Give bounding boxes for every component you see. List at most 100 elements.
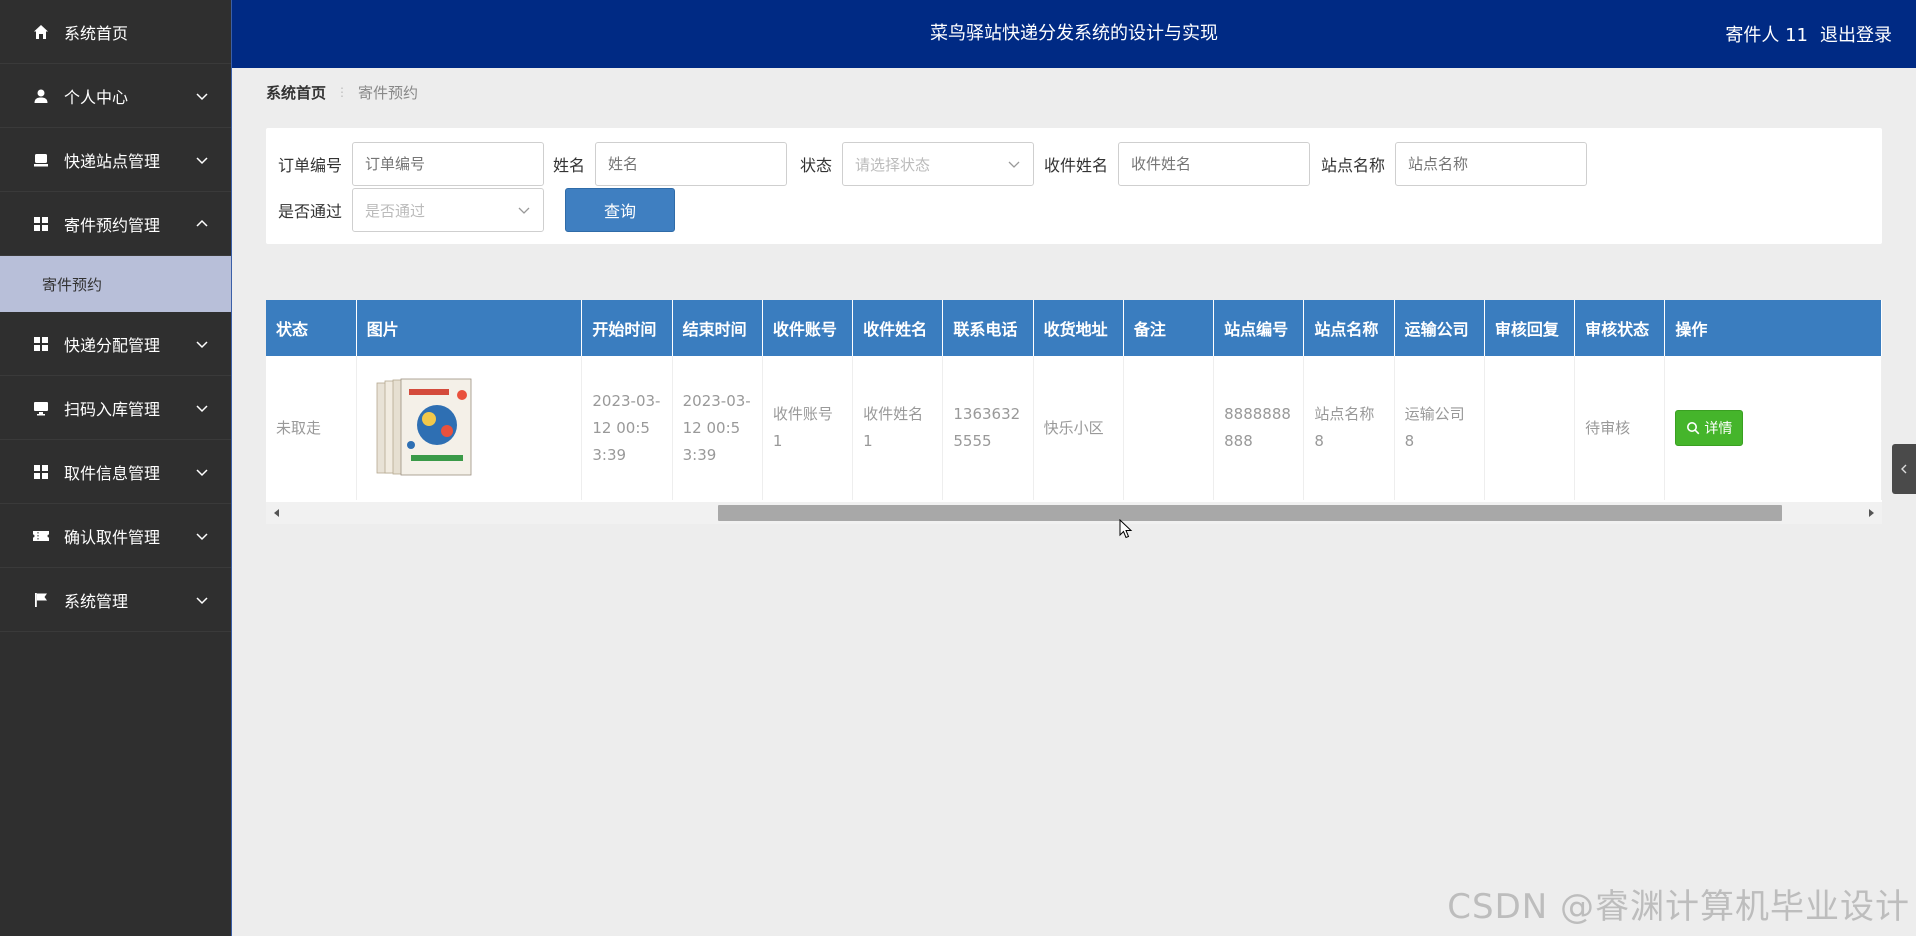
name-input[interactable] [595, 142, 788, 186]
cell-status: 未取走 [266, 356, 357, 500]
cell-image [356, 356, 583, 500]
sidebar: 系统首页 个人中心 快递站点管理 寄件预约管理 寄件预约 快递分配管理 扫码入库… [0, 0, 232, 936]
status-select[interactable]: 请选择状态 [842, 142, 1035, 186]
order-no-label: 订单编号 [278, 156, 343, 175]
column-header: 审核回复 [1484, 300, 1576, 356]
mouse-cursor-icon [1119, 519, 1133, 539]
sidebar-item-label: 确认取件管理 [64, 527, 161, 547]
sidebar-item-label: 快递站点管理 [64, 151, 161, 171]
sidebar-item-confirm-pickup[interactable]: 确认取件管理 [0, 504, 231, 568]
flag-icon [32, 591, 50, 609]
column-header: 操作 [1664, 300, 1882, 356]
station-name-label: 站点名称 [1321, 156, 1386, 175]
sidebar-item-home[interactable]: 系统首页 [0, 0, 231, 64]
cell-end-time: 2023-03-12 00:53:39 [672, 356, 763, 500]
logout-link[interactable]: 退出登录 [1820, 21, 1892, 47]
column-header: 审核状态 [1574, 300, 1666, 356]
chevron-down-icon [1008, 161, 1020, 168]
cell-company: 运输公司8 [1394, 356, 1485, 500]
chevron-down-icon [196, 404, 208, 412]
sidebar-item-label: 个人中心 [64, 87, 129, 107]
column-header: 运输公司 [1394, 300, 1485, 356]
column-header: 备注 [1123, 300, 1215, 356]
scroll-left-arrow-icon[interactable] [271, 507, 283, 519]
cell-review-status: 待审核 [1574, 356, 1666, 500]
order-no-field: 订单编号 [278, 142, 545, 186]
passed-label: 是否通过 [278, 202, 343, 221]
breadcrumb: 系统首页 ⋮ 寄件预约 [266, 80, 418, 104]
watermark-text: CSDN @睿渊计算机毕业设计 [1447, 887, 1910, 927]
column-header: 结束时间 [672, 300, 763, 356]
name-field: 姓名 [553, 142, 788, 186]
sidebar-item-personal-center[interactable]: 个人中心 [0, 64, 231, 128]
column-header: 图片 [356, 300, 583, 356]
scrollbar-thumb[interactable] [718, 505, 1782, 521]
receiver-name-input[interactable] [1118, 142, 1311, 186]
chevron-down-icon [196, 596, 208, 604]
receiver-name-field: 收件姓名 [1044, 142, 1311, 186]
home-icon [32, 23, 50, 41]
column-header: 站点名称 [1303, 300, 1395, 356]
product-thumbnail-image[interactable] [366, 375, 479, 481]
receiver-name-label: 收件姓名 [1044, 156, 1109, 175]
station-name-field: 站点名称 [1321, 142, 1588, 186]
current-user: 寄件人 11 [1725, 25, 1808, 46]
scroll-right-arrow-icon[interactable] [1865, 507, 1877, 519]
grid-icon [32, 335, 50, 353]
user-icon [32, 87, 50, 105]
booking-table: 状态 图片 开始时间 结束时间 收件账号 收件姓名 联系电话 收货地址 备注 站… [266, 300, 1882, 524]
horizontal-scrollbar[interactable] [266, 502, 1882, 524]
search-panel: 订单编号 姓名 状态 请选择状态 收件姓名 站点名称 是否通过 是否通过 查询 [266, 128, 1882, 244]
inbox-icon [32, 151, 50, 169]
sidebar-item-label: 快递分配管理 [64, 335, 161, 355]
table-header-row: 状态 图片 开始时间 结束时间 收件账号 收件姓名 联系电话 收货地址 备注 站… [266, 300, 1882, 356]
passed-select-placeholder: 是否通过 [365, 201, 426, 220]
status-field: 状态 请选择状态 [800, 142, 1035, 186]
user-area: 寄件人 11 退出登录 [1725, 0, 1892, 68]
passed-field: 是否通过 是否通过 [278, 188, 545, 232]
sidebar-item-label: 扫码入库管理 [64, 399, 161, 419]
column-header: 收货地址 [1033, 300, 1124, 356]
breadcrumb-home[interactable]: 系统首页 [266, 82, 326, 103]
sidebar-item-label: 寄件预约管理 [64, 215, 161, 235]
passed-select[interactable]: 是否通过 [352, 188, 545, 232]
cell-address: 快乐小区 [1033, 356, 1124, 500]
sidebar-item-scan-storage[interactable]: 扫码入库管理 [0, 376, 231, 440]
sidebar-item-label: 系统管理 [64, 591, 129, 611]
cell-action: 详情 [1664, 356, 1882, 500]
monitor-icon [32, 399, 50, 417]
sidebar-item-label: 取件信息管理 [64, 463, 161, 483]
sidebar-subitem-label: 寄件预约 [42, 275, 103, 294]
ticket-icon [32, 527, 50, 545]
name-label: 姓名 [553, 156, 586, 175]
chevron-down-icon [518, 207, 530, 214]
grid-icon [32, 215, 50, 233]
sidebar-subitem-send-booking[interactable]: 寄件预约 [0, 256, 231, 312]
sidebar-item-pickup-info[interactable]: 取件信息管理 [0, 440, 231, 504]
order-no-input[interactable] [352, 142, 545, 186]
query-button[interactable]: 查询 [565, 188, 675, 232]
grid-icon [32, 463, 50, 481]
chevron-down-icon [196, 340, 208, 348]
side-panel-toggle[interactable] [1892, 444, 1916, 494]
station-name-input[interactable] [1395, 142, 1588, 186]
cell-start-time: 2023-03-12 00:53:39 [581, 356, 673, 500]
cell-station-name: 站点名称8 [1303, 356, 1395, 500]
chevron-down-icon [196, 156, 208, 164]
detail-button[interactable]: 详情 [1675, 410, 1744, 446]
table-row: 未取走 2023-03-12 00:53:39 2023-03-12 00:53… [266, 356, 1882, 500]
column-header: 收件姓名 [852, 300, 944, 356]
cell-receiver-account: 收件账号1 [762, 356, 854, 500]
status-label: 状态 [800, 156, 833, 175]
cell-remark [1123, 356, 1215, 500]
sidebar-item-dispatch[interactable]: 快递分配管理 [0, 312, 231, 376]
search-icon [1687, 422, 1700, 435]
sidebar-item-station[interactable]: 快递站点管理 [0, 128, 231, 192]
chevron-left-icon [1901, 464, 1907, 474]
breadcrumb-current: 寄件预约 [358, 83, 419, 102]
chevron-down-icon [196, 468, 208, 476]
sidebar-item-send-booking[interactable]: 寄件预约管理 [0, 192, 231, 256]
chevron-down-icon [196, 92, 208, 100]
sidebar-item-system[interactable]: 系统管理 [0, 568, 231, 632]
cell-phone: 13636325555 [942, 356, 1034, 500]
